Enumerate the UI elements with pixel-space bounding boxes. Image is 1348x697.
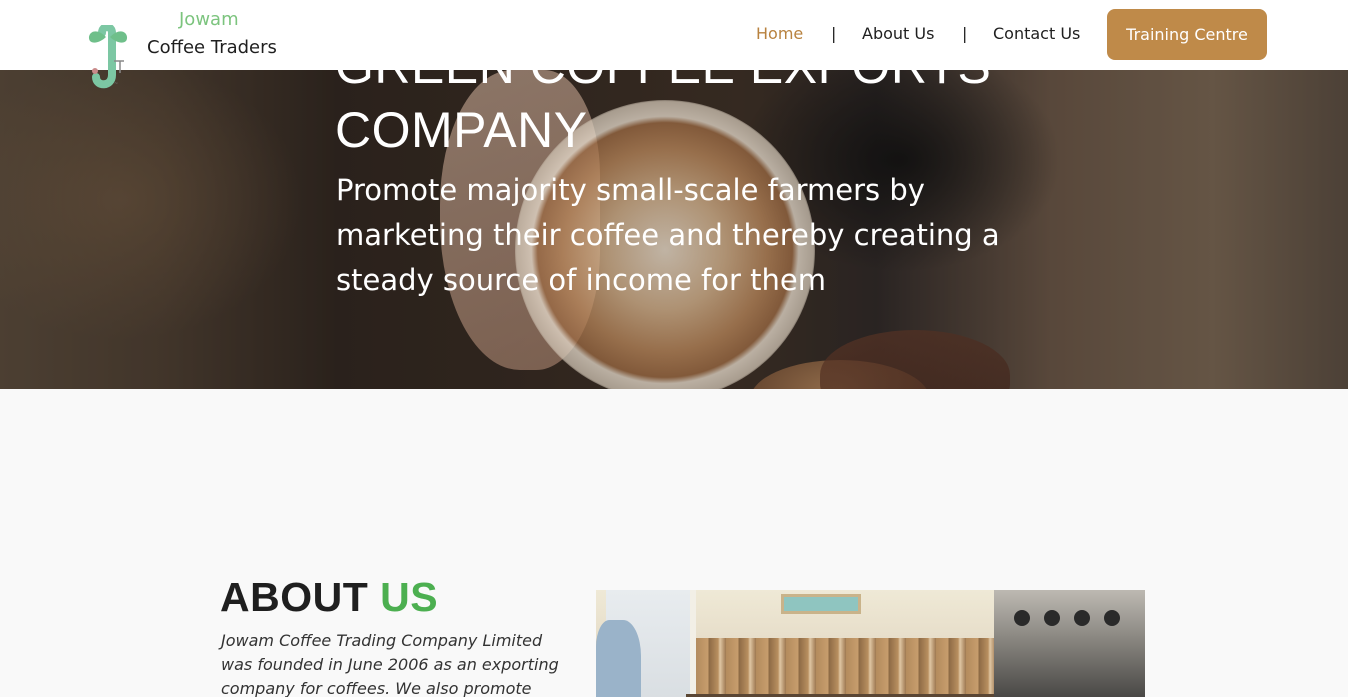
svg-text:~: ~ — [114, 81, 118, 87]
hero-subtitle: Promote majority small-scale farmers by … — [336, 173, 1000, 297]
photo-roasting-machine — [994, 590, 1145, 697]
photo-dial — [1074, 610, 1090, 626]
brand-name-top[interactable]: Jowam — [179, 9, 239, 30]
nav-home[interactable]: Home — [756, 24, 803, 43]
nav-about-us[interactable]: About Us — [862, 24, 934, 43]
about-heading: ABOUT US — [220, 574, 438, 621]
photo-coffee-bags — [696, 638, 996, 697]
photo-person — [596, 620, 641, 697]
photo-dial — [1014, 610, 1030, 626]
about-photo — [596, 590, 1145, 697]
about-heading-accent: US — [380, 574, 439, 620]
photo-dial — [1044, 610, 1060, 626]
about-description: Jowam Coffee Trading Company Limited was… — [221, 631, 559, 697]
photo-poster — [781, 594, 861, 614]
logo-icon[interactable]: ~ — [84, 23, 136, 91]
nav-separator: | — [962, 24, 968, 43]
brand-name-bottom[interactable]: Coffee Traders — [147, 37, 277, 58]
site-header: ~ Jowam Coffee Traders Home | About Us |… — [0, 0, 1348, 89]
training-centre-button[interactable]: Training Centre — [1107, 9, 1267, 60]
hero-title-line-2: COMPANY — [335, 102, 588, 158]
photo-dial — [1104, 610, 1120, 626]
nav-contact-us[interactable]: Contact Us — [993, 24, 1080, 43]
about-heading-main: ABOUT — [220, 574, 369, 620]
nav-separator: | — [831, 24, 837, 43]
